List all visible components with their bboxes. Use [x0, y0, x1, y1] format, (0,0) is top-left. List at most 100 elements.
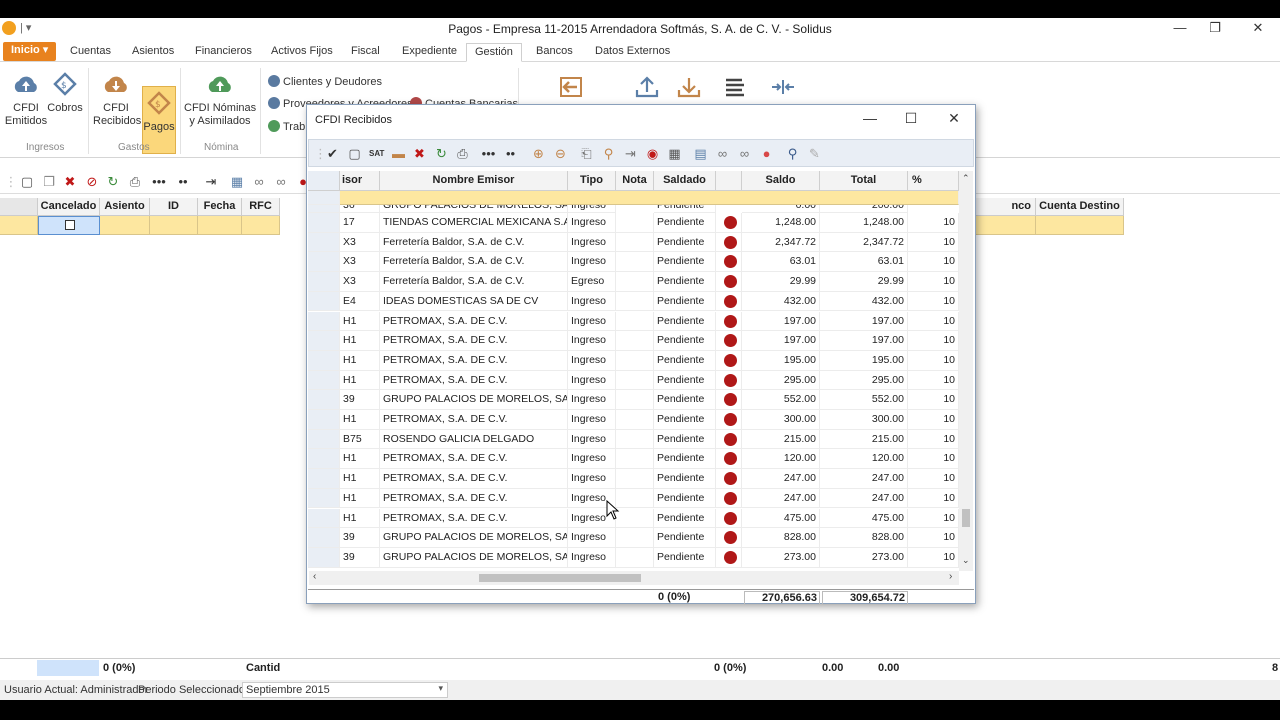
cell-saldo[interactable]: 247.00: [742, 469, 820, 489]
cell-nota[interactable]: [616, 232, 654, 253]
cell-tipo[interactable]: Ingreso: [568, 370, 616, 391]
table-cell[interactable]: [100, 216, 150, 235]
scroll-left-icon[interactable]: ‹: [313, 571, 316, 582]
table-row[interactable]: H1 PETROMAX, S.A. DE C.V. Ingreso Pendiente…: [308, 508, 959, 529]
cell-nota[interactable]: [616, 449, 654, 470]
cell-nota[interactable]: [616, 331, 654, 351]
import-button[interactable]: [555, 74, 587, 104]
row-selector[interactable]: [308, 232, 340, 253]
cell-saldado[interactable]: Pendiente: [654, 272, 716, 292]
cell-nombre[interactable]: PETROMAX, S.A. DE C.V.: [380, 370, 568, 391]
cell-tipo[interactable]: Ingreso: [568, 311, 616, 332]
cancelado-checkbox[interactable]: [65, 220, 75, 230]
row-selector[interactable]: [308, 350, 340, 371]
collapse-icon[interactable]: ••: [503, 146, 518, 161]
cell-status[interactable]: [716, 410, 742, 430]
cell-emisor[interactable]: 36: [340, 205, 380, 213]
cell-nombre[interactable]: GRUPO PALACIOS DE MORELOS, SA DE: [380, 528, 568, 548]
cell-emisor[interactable]: 39: [340, 390, 380, 410]
link-icon[interactable]: ∞: [737, 146, 752, 161]
tab-activos-fijos[interactable]: Activos Fijos: [263, 43, 341, 62]
column-header-saldo[interactable]: Saldo: [742, 171, 820, 191]
cell-tipo[interactable]: Ingreso: [568, 350, 616, 371]
tab-fiscal[interactable]: Fiscal: [343, 43, 388, 62]
table-row[interactable]: H1 PETROMAX, S.A. DE C.V. Ingreso Pendiente…: [308, 350, 959, 371]
cell-saldado[interactable]: Pendiente: [654, 331, 716, 351]
cell-total[interactable]: 195.00: [820, 350, 908, 371]
cancelado-checkbox-cell[interactable]: [38, 216, 100, 235]
download-button[interactable]: [674, 74, 704, 104]
cell-nota[interactable]: [616, 410, 654, 430]
cell-status[interactable]: [716, 429, 742, 450]
cell-nombre[interactable]: Ferretería Baldor, S.A. de C.V.: [380, 252, 568, 273]
cell-deduc[interactable]: 10: [908, 331, 959, 351]
new-icon[interactable]: ▢: [347, 146, 362, 161]
dialog-close-button[interactable]: ✕: [934, 110, 974, 127]
cell-total[interactable]: 29.99: [820, 272, 908, 292]
cell-saldo[interactable]: 1,248.00: [742, 213, 820, 233]
cell-nombre[interactable]: PETROMAX, S.A. DE C.V.: [380, 350, 568, 371]
cell-nombre[interactable]: Ferretería Baldor, S.A. de C.V.: [380, 232, 568, 253]
tab-expediente[interactable]: Expediente: [394, 43, 465, 62]
dialog-minimize-button[interactable]: —: [850, 110, 890, 126]
cell-status[interactable]: [716, 213, 742, 233]
cell-saldado[interactable]: Pendiente: [654, 311, 716, 332]
row-selector[interactable]: [308, 311, 340, 332]
cell-total[interactable]: 247.00: [820, 488, 908, 509]
cell-saldado[interactable]: Pendiente: [654, 232, 716, 253]
row-selector[interactable]: [308, 429, 340, 450]
cell-emisor[interactable]: E4: [340, 291, 380, 312]
column-header-nota[interactable]: Nota: [616, 171, 654, 191]
table-row[interactable]: X3 Ferretería Baldor, S.A. de C.V. Egreso P…: [308, 272, 959, 292]
cell-total[interactable]: 120.00: [820, 449, 908, 470]
cell-total[interactable]: 197.00: [820, 331, 908, 351]
cell-saldo[interactable]: 195.00: [742, 350, 820, 371]
cell-tipo[interactable]: Ingreso: [568, 213, 616, 233]
cell-tipo[interactable]: Ingreso: [568, 205, 616, 213]
collapse-icon[interactable]: ••: [176, 175, 190, 189]
cell-tipo[interactable]: Ingreso: [568, 547, 616, 568]
table-row[interactable]: 39 GRUPO PALACIOS DE MORELOS, SA DE Ingres…: [308, 528, 959, 548]
cell-saldo[interactable]: 432.00: [742, 291, 820, 312]
cell-nombre[interactable]: IDEAS DOMESTICAS SA DE CV: [380, 291, 568, 312]
cell-total[interactable]: 2,347.72: [820, 232, 908, 253]
cell-total[interactable]: 828.00: [820, 528, 908, 548]
cell-total[interactable]: 200.00: [820, 205, 908, 213]
cell-emisor[interactable]: 39: [340, 528, 380, 548]
cell-saldo[interactable]: 2,347.72: [742, 232, 820, 253]
cell-nota[interactable]: [616, 213, 654, 233]
cancel-icon[interactable]: ⊘: [85, 175, 99, 189]
cell-tipo[interactable]: Ingreso: [568, 390, 616, 410]
cell-saldo[interactable]: 197.00: [742, 331, 820, 351]
cell-total[interactable]: 300.00: [820, 410, 908, 430]
column-header-nombre[interactable]: Nombre Emisor: [380, 171, 568, 191]
cell-deduc[interactable]: 10: [908, 232, 959, 253]
new-row-cells[interactable]: [340, 191, 959, 205]
cell-status[interactable]: [716, 528, 742, 548]
cell-nombre[interactable]: ROSENDO GALICIA DELGADO: [380, 429, 568, 450]
column-header-emisor[interactable]: isor: [340, 171, 380, 191]
clear-filter-icon[interactable]: ✎: [807, 146, 822, 161]
cell-deduc[interactable]: 10: [908, 390, 959, 410]
cell-tipo[interactable]: Ingreso: [568, 469, 616, 489]
link-icon[interactable]: ∞: [274, 175, 288, 189]
cell-saldo[interactable]: 29.99: [742, 272, 820, 292]
cell-status[interactable]: [716, 272, 742, 292]
cell-status[interactable]: [716, 291, 742, 312]
tab-gestion[interactable]: Gestión: [466, 43, 522, 62]
cfdi-nominas-button[interactable]: CFDI Nóminas y Asimilados: [184, 72, 256, 134]
row-selector[interactable]: [308, 410, 340, 430]
cell-saldado[interactable]: Pendiente: [654, 390, 716, 410]
expand-icon[interactable]: •••: [152, 175, 166, 189]
cell-status[interactable]: [716, 370, 742, 391]
cell-emisor[interactable]: H1: [340, 311, 380, 332]
delete-icon[interactable]: ✖: [63, 175, 77, 189]
cell-deduc[interactable]: 10: [908, 350, 959, 371]
cell-deduc[interactable]: 10: [908, 469, 959, 489]
cell-deduc[interactable]: 10: [908, 528, 959, 548]
table-row[interactable]: H1 PETROMAX, S.A. DE C.V. Ingreso Pendiente…: [308, 410, 959, 430]
cell-emisor[interactable]: H1: [340, 370, 380, 391]
cell-deduc[interactable]: 10: [908, 272, 959, 292]
cell-saldo[interactable]: 475.00: [742, 508, 820, 529]
column-header[interactable]: nco Destino: [976, 198, 1036, 229]
